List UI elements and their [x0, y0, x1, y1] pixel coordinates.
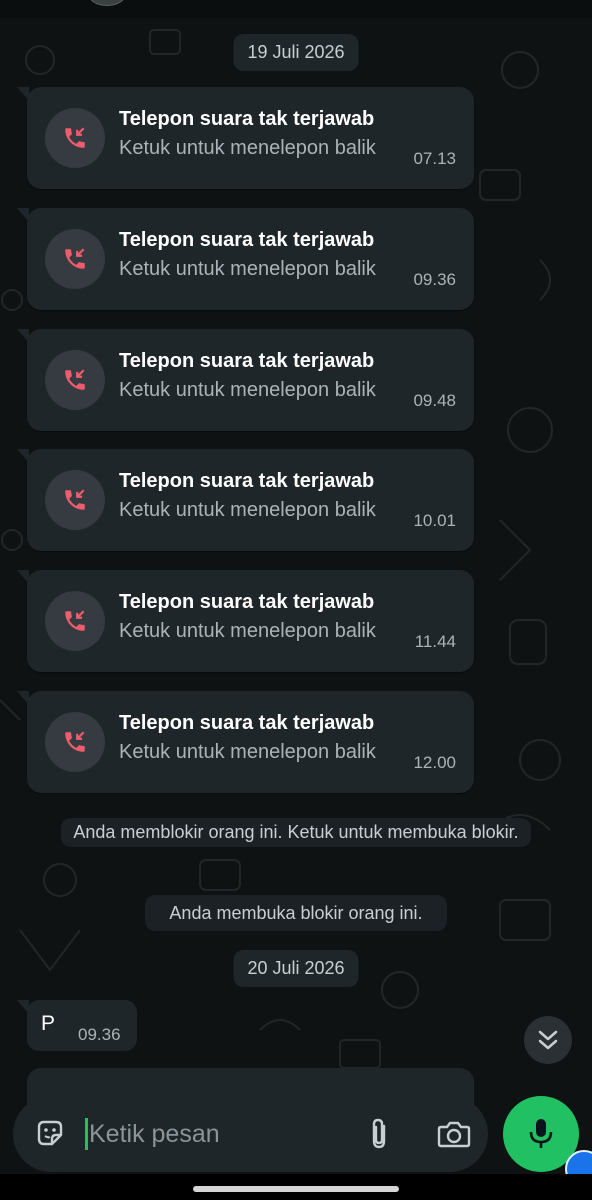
- call-title: Telepon suara tak terjawab: [119, 108, 375, 130]
- call-subtitle: Ketuk untuk menelepon balik: [119, 620, 376, 642]
- double-chevron-down-icon: [538, 1030, 558, 1050]
- missed-call-bubble[interactable]: Telepon suara tak terjawab Ketuk untuk m…: [17, 691, 474, 793]
- message-input[interactable]: [85, 1113, 349, 1155]
- unblocked-notice: Anda membuka blokir orang ini.: [145, 895, 447, 931]
- message-time: 09.36: [78, 1025, 121, 1044]
- call-time: 12.00: [413, 753, 456, 772]
- call-subtitle: Ketuk untuk menelepon balik: [119, 258, 376, 280]
- avatar[interactable]: [88, 0, 126, 6]
- call-time: 11.44: [414, 632, 456, 651]
- date-separator: 19 Juli 2026: [233, 34, 359, 71]
- call-title: Telepon suara tak terjawab: [119, 350, 375, 372]
- missed-call-icon: [45, 470, 105, 530]
- call-subtitle: Ketuk untuk menelepon balik: [119, 137, 376, 159]
- microphone-icon: [529, 1119, 553, 1148]
- message-text: P: [41, 1012, 56, 1035]
- call-time: 10.01: [413, 511, 456, 530]
- call-subtitle: Ketuk untuk menelepon balik: [119, 499, 376, 521]
- call-subtitle: Ketuk untuk menelepon balik: [119, 741, 376, 763]
- missed-call-bubble[interactable]: Telepon suara tak terjawab Ketuk untuk m…: [17, 87, 474, 189]
- missed-call-bubble[interactable]: Telepon suara tak terjawab Ketuk untuk m…: [17, 449, 474, 551]
- call-title: Telepon suara tak terjawab: [119, 470, 375, 492]
- attach-button[interactable]: [359, 1114, 399, 1154]
- header-edge: [0, 0, 592, 18]
- missed-call-icon: [45, 712, 105, 772]
- call-time: 09.36: [413, 270, 456, 289]
- call-title: Telepon suara tak terjawab: [119, 712, 375, 734]
- message-bubble[interactable]: P 09.36: [17, 1000, 137, 1051]
- missed-call-icon: [45, 108, 105, 168]
- camera-button[interactable]: [433, 1114, 475, 1154]
- paperclip-icon: [372, 1118, 386, 1149]
- call-time: 09.48: [413, 391, 456, 410]
- missed-call-icon: [45, 591, 105, 651]
- missed-call-bubble[interactable]: Telepon suara tak terjawab Ketuk untuk m…: [17, 329, 474, 431]
- home-gesture-handle[interactable]: [193, 1186, 399, 1192]
- call-subtitle: Ketuk untuk menelepon balik: [119, 379, 376, 401]
- sticker-icon: [37, 1120, 63, 1146]
- sticker-button[interactable]: [31, 1114, 69, 1152]
- missed-call-bubble[interactable]: Telepon suara tak terjawab Ketuk untuk m…: [17, 208, 474, 310]
- missed-call-bubble[interactable]: Telepon suara tak terjawab Ketuk untuk m…: [17, 570, 474, 672]
- camera-icon: [437, 1121, 471, 1148]
- system-navigation-bar: [0, 1174, 592, 1200]
- call-time: 07.13: [413, 149, 456, 168]
- date-separator: 20 Juli 2026: [233, 950, 359, 987]
- message-composer: [13, 1096, 488, 1172]
- missed-call-icon: [45, 229, 105, 289]
- call-title: Telepon suara tak terjawab: [119, 591, 375, 613]
- call-title: Telepon suara tak terjawab: [119, 229, 375, 251]
- blocked-notice[interactable]: Anda memblokir orang ini. Ketuk untuk me…: [61, 818, 531, 847]
- scroll-to-bottom-button[interactable]: [524, 1016, 572, 1064]
- missed-call-icon: [45, 350, 105, 410]
